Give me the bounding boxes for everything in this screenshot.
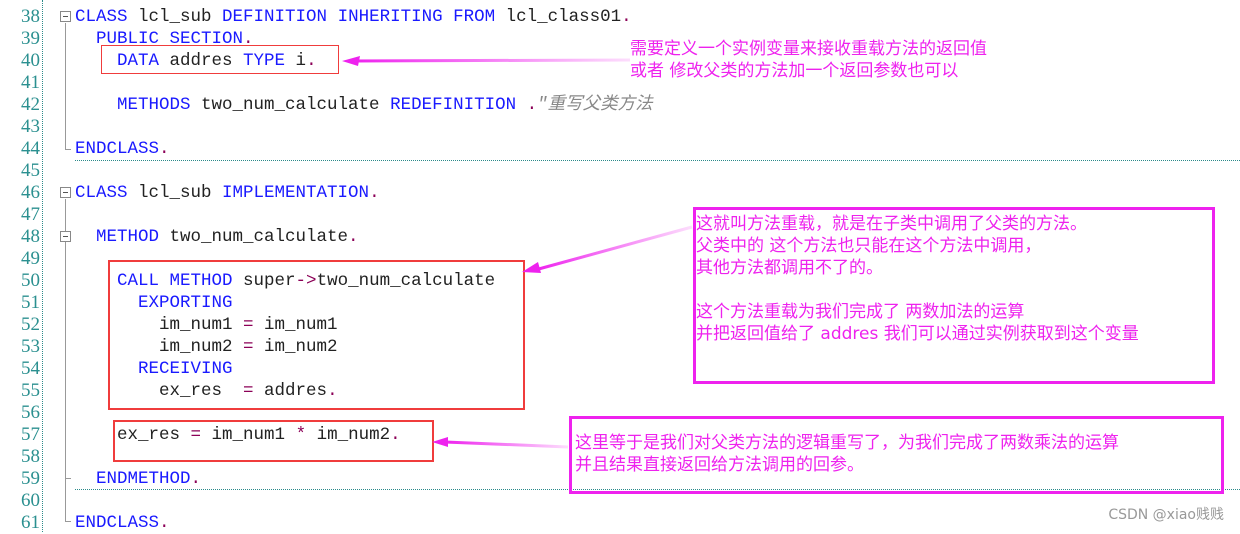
arrow-to-multiply [432, 437, 569, 449]
arrow-shaft [351, 58, 631, 63]
arrow-head-icon [342, 56, 360, 66]
arrow-to-data-decl [342, 56, 631, 66]
arrow-to-call-method [522, 225, 693, 273]
arrow-head-icon [522, 262, 541, 273]
arrow-shaft [534, 225, 693, 272]
watermark: CSDN @xiao贱贱 [1108, 507, 1224, 523]
arrow-head-icon [432, 437, 448, 447]
arrow-shaft [444, 440, 569, 449]
annotation-arrows [342, 56, 693, 449]
